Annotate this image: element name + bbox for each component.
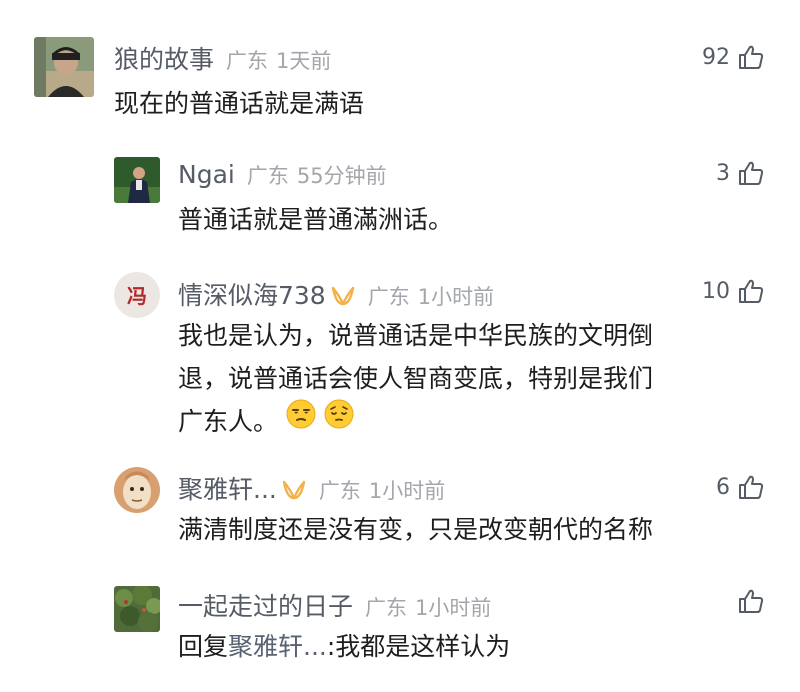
timestamp: 1天前: [276, 49, 332, 73]
thumbs-up-icon: [739, 161, 764, 185]
comment-5: 一起走过的日子 广东 1小时前 回复聚雅轩...:我都是这样认为: [0, 570, 800, 692]
avatar[interactable]: [34, 37, 94, 97]
pensive-face-icon: [324, 399, 354, 442]
timestamp: 55分钟前: [296, 164, 387, 188]
location: 广东: [367, 285, 410, 309]
timestamp: 1小时前: [415, 596, 492, 620]
avatar[interactable]: 冯: [114, 272, 160, 318]
thumbs-up-icon: [739, 45, 764, 69]
location: 广东: [365, 596, 408, 620]
location: 广东: [246, 164, 289, 188]
comment-2: Ngai 广东 55分钟前 3 普通话就是普通滿洲话。: [0, 140, 800, 250]
vip-badge-icon: [330, 285, 356, 311]
comment-text: 满清制度还是没有变，只是改变朝代的名称: [178, 515, 654, 544]
like-count: 92: [702, 44, 730, 70]
like-button[interactable]: 3: [716, 160, 764, 186]
comment-text-tail: 广东人。: [178, 407, 279, 436]
like-button[interactable]: 6: [716, 474, 764, 500]
vip-badge-icon: [281, 479, 307, 505]
comment-text: 回复聚雅轩...:我都是这样认为: [178, 625, 510, 668]
location: 广东: [318, 479, 361, 503]
comment-text: 我也是认为，说普通话是中华民族的文明倒 退，说普通话会使人智商变底，特别是我们 …: [178, 314, 653, 445]
comment-text-line: 广东人。: [178, 399, 653, 445]
comment-text-line: 退，说普通话会使人智商变底，特别是我们: [178, 364, 654, 393]
avatar[interactable]: [114, 467, 160, 513]
thumbs-up-icon: [739, 475, 764, 499]
reply-prefix: 回复: [178, 632, 229, 661]
like-count: 6: [716, 474, 730, 500]
comment-1: 狼的故事 广东 1天前 92 现在的普通话就是满语: [0, 0, 800, 140]
like-button[interactable]: [730, 588, 764, 614]
avatar[interactable]: [114, 157, 160, 203]
comment-text: 普通话就是普通滿洲话。: [178, 205, 454, 234]
username[interactable]: 一起走过的日子: [178, 587, 353, 623]
username[interactable]: Ngai: [178, 160, 235, 189]
username[interactable]: 聚雅轩...: [178, 470, 277, 506]
location: 广东: [226, 49, 269, 73]
like-count: 10: [702, 278, 730, 304]
comment-3: 冯 情深似海738 广东 1小时前 10 我也是认为，说普通话是中华民族的文明倒…: [0, 250, 800, 450]
timestamp: 1小时前: [368, 479, 446, 503]
like-button[interactable]: 92: [702, 44, 764, 70]
reply-text: :我都是这样认为: [326, 632, 511, 661]
username[interactable]: 情深似海738: [178, 276, 326, 312]
comment-text-line: 我也是认为，说普通话是中华民族的文明倒: [178, 321, 654, 350]
username[interactable]: 狼的故事: [114, 40, 214, 76]
thumbs-up-icon: [739, 589, 764, 613]
reply-to-username[interactable]: 聚雅轩...: [228, 632, 327, 661]
svg-text:冯: 冯: [127, 284, 147, 308]
comment-4: 聚雅轩... 广东 1小时前 6 满清制度还是没有变，只是改变朝代的名称: [0, 450, 800, 570]
timestamp: 1小时前: [417, 285, 495, 309]
thumbs-up-icon: [739, 279, 764, 303]
unamused-face-icon: [286, 399, 316, 442]
comment-text: 现在的普通话就是满语: [114, 89, 365, 118]
like-count: 3: [716, 160, 730, 186]
like-button[interactable]: 10: [702, 278, 764, 304]
avatar[interactable]: [114, 586, 160, 632]
